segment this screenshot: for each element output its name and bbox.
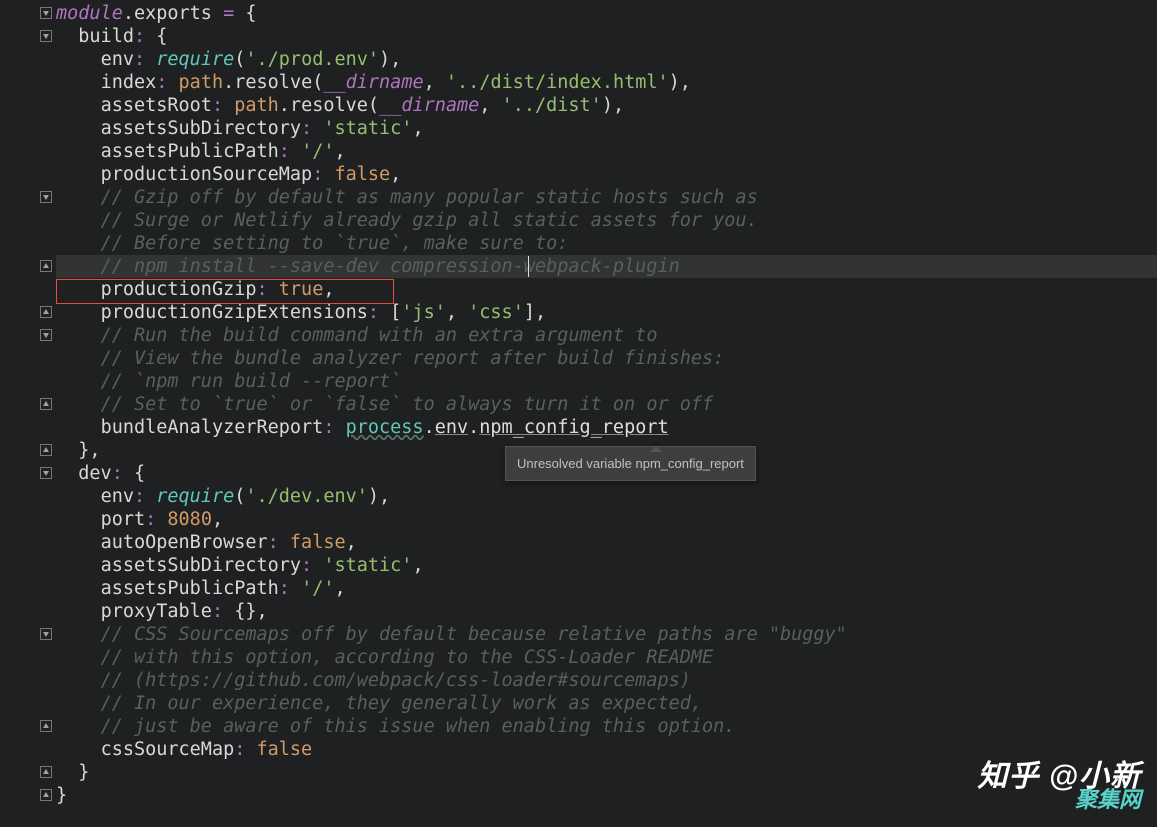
code-line[interactable]: // Surge or Netlify already gzip all sta… [56, 209, 1157, 232]
fold-collapse-icon[interactable] [40, 329, 52, 341]
fold-collapse-icon[interactable] [40, 191, 52, 203]
code-line[interactable]: port: 8080, [56, 508, 1157, 531]
code-line[interactable]: env: require('./prod.env'), [56, 48, 1157, 71]
fold-expand-icon[interactable] [40, 398, 52, 410]
code-line[interactable]: // with this option, according to the CS… [56, 646, 1157, 669]
fold-expand-icon[interactable] [40, 306, 52, 318]
fold-expand-icon[interactable] [40, 766, 52, 778]
fold-expand-icon[interactable] [40, 789, 52, 801]
code-area[interactable]: module.exports = { build: { env: require… [56, 2, 1157, 807]
code-line[interactable]: productionGzipExtensions: ['js', 'css'], [56, 301, 1157, 324]
code-line[interactable]: // npm install --save-dev compression-we… [56, 255, 1157, 278]
gutter [0, 0, 54, 827]
code-line[interactable]: productionSourceMap: false, [56, 163, 1157, 186]
inspection-tooltip: Unresolved variable npm_config_report [505, 446, 756, 481]
code-line[interactable]: build: { [56, 25, 1157, 48]
code-line[interactable]: // just be aware of this issue when enab… [56, 715, 1157, 738]
code-line[interactable]: // Run the build command with an extra a… [56, 324, 1157, 347]
code-line[interactable]: env: require('./dev.env'), [56, 485, 1157, 508]
fold-collapse-icon[interactable] [40, 30, 52, 42]
code-line[interactable]: assetsSubDirectory: 'static', [56, 117, 1157, 140]
fold-expand-icon[interactable] [40, 444, 52, 456]
code-line[interactable]: cssSourceMap: false [56, 738, 1157, 761]
fold-expand-icon[interactable] [40, 720, 52, 732]
watermark-line1: 知乎 @小新 [977, 765, 1141, 788]
code-line[interactable]: module.exports = { [56, 2, 1157, 25]
code-line[interactable]: // In our experience, they generally wor… [56, 692, 1157, 715]
code-line[interactable]: // View the bundle analyzer report after… [56, 347, 1157, 370]
code-line[interactable]: // `npm run build --report` [56, 370, 1157, 393]
code-line[interactable]: proxyTable: {}, [56, 600, 1157, 623]
code-line[interactable]: autoOpenBrowser: false, [56, 531, 1157, 554]
code-line[interactable]: assetsPublicPath: '/', [56, 140, 1157, 163]
tooltip-text: Unresolved variable npm_config_report [517, 456, 744, 471]
text-caret [528, 256, 529, 277]
fold-collapse-icon[interactable] [40, 7, 52, 19]
code-line[interactable]: // Before setting to `true`, make sure t… [56, 232, 1157, 255]
code-line[interactable]: // (https://github.com/webpack/css-loade… [56, 669, 1157, 692]
code-line[interactable]: // Gzip off by default as many popular s… [56, 186, 1157, 209]
fold-collapse-icon[interactable] [40, 467, 52, 479]
code-line[interactable]: assetsPublicPath: '/', [56, 577, 1157, 600]
code-line[interactable]: // Set to `true` or `false` to always tu… [56, 393, 1157, 416]
fold-collapse-icon[interactable] [40, 628, 52, 640]
watermark: 知乎 @小新 聚集网 [977, 765, 1141, 811]
code-line[interactable]: bundleAnalyzerReport: process.env.npm_co… [56, 416, 1157, 439]
code-line[interactable]: assetsRoot: path.resolve(__dirname, '../… [56, 94, 1157, 117]
highlight-box [56, 279, 394, 304]
code-line[interactable]: index: path.resolve(__dirname, '../dist/… [56, 71, 1157, 94]
fold-expand-icon[interactable] [40, 260, 52, 272]
code-editor[interactable]: module.exports = { build: { env: require… [0, 0, 1157, 827]
code-line[interactable]: // CSS Sourcemaps off by default because… [56, 623, 1157, 646]
code-line[interactable]: assetsSubDirectory: 'static', [56, 554, 1157, 577]
